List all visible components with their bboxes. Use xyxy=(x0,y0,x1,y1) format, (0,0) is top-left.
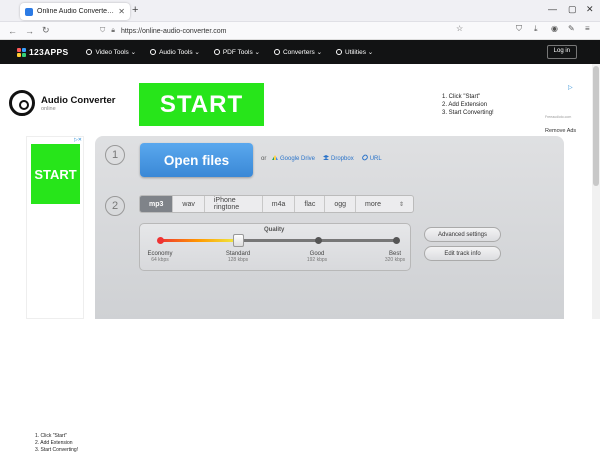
ad-info-icon[interactable]: ▷✕ xyxy=(74,137,82,143)
browser-tab-bar: Online Audio Converter - Conv ✕ + — ▢ ✕ xyxy=(0,0,600,22)
pocket-icon[interactable]: ⛉ xyxy=(516,24,522,34)
audio-icon xyxy=(150,49,157,55)
site-menu: Video Tools ⌄ Audio Tools ⌄ PDF Tools ⌄ … xyxy=(86,48,373,56)
google-drive-link[interactable]: Google Drive xyxy=(272,155,315,162)
tab-title: Online Audio Converter - Conv xyxy=(37,8,114,15)
quality-slider-track[interactable] xyxy=(157,234,400,247)
format-tab-wav[interactable]: wav xyxy=(173,196,205,212)
back-icon[interactable]: ← xyxy=(8,26,17,36)
ad-start-button[interactable]: START xyxy=(139,83,264,126)
quality-standard-label: Standard 128 kbps xyxy=(225,251,251,263)
account-icon[interactable]: ◉ xyxy=(551,24,558,33)
pdf-icon xyxy=(213,49,220,55)
format-tab-flac[interactable]: flac xyxy=(295,196,326,212)
advanced-settings-button[interactable]: Advanced settings xyxy=(424,227,501,242)
scrollbar-thumb[interactable] xyxy=(593,66,599,186)
ad-site: Freeaudioto.com xyxy=(545,115,572,119)
logo-text: 123APPS xyxy=(29,47,69,57)
extensions-icon[interactable]: ✎ xyxy=(568,24,575,33)
browser-tab[interactable]: Online Audio Converter - Conv ✕ xyxy=(20,3,130,20)
format-tab-iphone-ringtone[interactable]: iPhone ringtone xyxy=(205,196,263,212)
step-number-2: 2 xyxy=(105,196,125,216)
utilities-icon xyxy=(336,49,343,55)
close-tab-icon[interactable]: ✕ xyxy=(118,7,125,16)
ad-step: 2. Add Extension xyxy=(442,102,488,108)
side-ad-start-button[interactable]: START xyxy=(31,144,80,204)
site-favicon-icon xyxy=(25,7,33,16)
format-tabs: mp3 wav iPhone ringtone m4a flac ogg mor… xyxy=(139,195,414,213)
logo-icon xyxy=(17,47,26,57)
quality-economy-label: Economy 64 kbps xyxy=(147,251,173,263)
new-tab-icon[interactable]: + xyxy=(132,4,138,16)
quality-stop-best[interactable] xyxy=(393,237,400,244)
remove-ads-link[interactable]: Remove Ads xyxy=(545,128,576,134)
menu-converters[interactable]: Converters ⌄ xyxy=(273,48,322,56)
browser-nav-bar: ← → ↻ ⛉ 🔒︎ https://online-audio-converte… xyxy=(0,22,600,40)
quality-stop-economy[interactable] xyxy=(157,237,164,244)
format-tab-m4a[interactable]: m4a xyxy=(263,196,296,212)
file-sources: Google Drive Dropbox URL xyxy=(272,153,382,162)
address-bar[interactable]: ⛉ 🔒︎ https://online-audio-converter.com xyxy=(100,24,470,38)
format-tab-mp3[interactable]: mp3 xyxy=(140,196,174,212)
side-ad[interactable]: ▷✕ START 1. Click "Start" 2. Add Extensi… xyxy=(26,136,84,453)
converter-panel: 1 Open files or Google Drive Dropbox URL… xyxy=(95,136,564,319)
site-logo[interactable]: 123APPS xyxy=(17,47,68,57)
shield-icon[interactable]: ⛉ xyxy=(100,27,105,35)
ad-step: 2. Add Extension xyxy=(35,440,73,446)
convert-icon xyxy=(273,49,280,55)
ad-step: 3. Start Converting! xyxy=(35,447,79,453)
vinyl-disc-icon xyxy=(9,90,35,116)
quality-slider-box: Quality Economy 64 kbps Standard 128 kbps … xyxy=(139,223,411,271)
quality-slider-fill xyxy=(159,239,239,242)
site-header: 123APPS Video Tools ⌄ Audio Tools ⌄ PDF … xyxy=(0,40,600,64)
format-more-dropdown[interactable]: more ⇕ xyxy=(356,196,413,212)
menu-video-tools[interactable]: Video Tools ⌄ xyxy=(86,48,136,56)
login-button[interactable]: Log in xyxy=(546,45,577,59)
page-scrollbar[interactable] xyxy=(592,64,600,319)
ad-step: 3. Start Converting! xyxy=(442,110,494,116)
app-brand[interactable]: Audio Converter online xyxy=(9,90,115,116)
ad-info-icon[interactable]: ▷ xyxy=(568,84,576,92)
lock-icon[interactable]: 🔒︎ xyxy=(111,27,115,35)
menu-utilities[interactable]: Utilities ⌄ xyxy=(336,48,373,56)
step-number-1: 1 xyxy=(105,145,125,165)
dropbox-icon xyxy=(323,155,330,160)
menu-icon[interactable]: ≡ xyxy=(585,24,590,33)
maximize-icon[interactable]: ▢ xyxy=(568,4,577,15)
ad-step: 1. Click "Start" xyxy=(442,94,481,100)
ad-steps[interactable]: 1. Click "Start" 2. Add Extension 3. Sta… xyxy=(442,93,494,117)
side-ad-steps: 1. Click "Start" 2. Add Extension 3. Sta… xyxy=(35,433,78,454)
bookmark-star-icon[interactable]: ☆ xyxy=(456,24,463,33)
google-drive-icon xyxy=(272,155,278,160)
ad-step: 1. Click "Start" xyxy=(35,433,67,439)
quality-good-label: Good 192 kbps xyxy=(306,251,328,263)
quality-stop-good[interactable] xyxy=(315,237,322,244)
url-text[interactable]: https://online-audio-converter.com xyxy=(121,28,226,35)
reload-icon[interactable]: ↻ xyxy=(42,25,50,36)
quality-label: Quality xyxy=(264,227,285,233)
dropbox-link[interactable]: Dropbox xyxy=(323,155,354,162)
menu-pdf-tools[interactable]: PDF Tools ⌄ xyxy=(213,48,260,56)
format-tab-ogg[interactable]: ogg xyxy=(325,196,357,212)
chevron-updown-icon: ⇕ xyxy=(398,201,404,208)
minimize-icon[interactable]: — xyxy=(548,4,557,14)
video-icon xyxy=(86,49,93,55)
url-link[interactable]: URL xyxy=(360,153,382,162)
close-window-icon[interactable]: ✕ xyxy=(586,4,594,15)
quality-best-label: Best 320 kbps xyxy=(384,251,406,263)
app-subtitle: online xyxy=(41,105,56,112)
menu-audio-tools[interactable]: Audio Tools ⌄ xyxy=(150,48,200,56)
app-title: Audio Converter xyxy=(41,94,116,106)
open-files-button[interactable]: Open files xyxy=(140,143,253,177)
quality-slider-handle[interactable] xyxy=(233,234,245,247)
downloads-icon[interactable]: ⤓ xyxy=(534,24,538,34)
forward-icon[interactable]: → xyxy=(25,26,34,36)
or-label: or xyxy=(261,156,267,162)
edit-track-info-button[interactable]: Edit track info xyxy=(424,246,501,261)
link-icon xyxy=(360,153,369,162)
